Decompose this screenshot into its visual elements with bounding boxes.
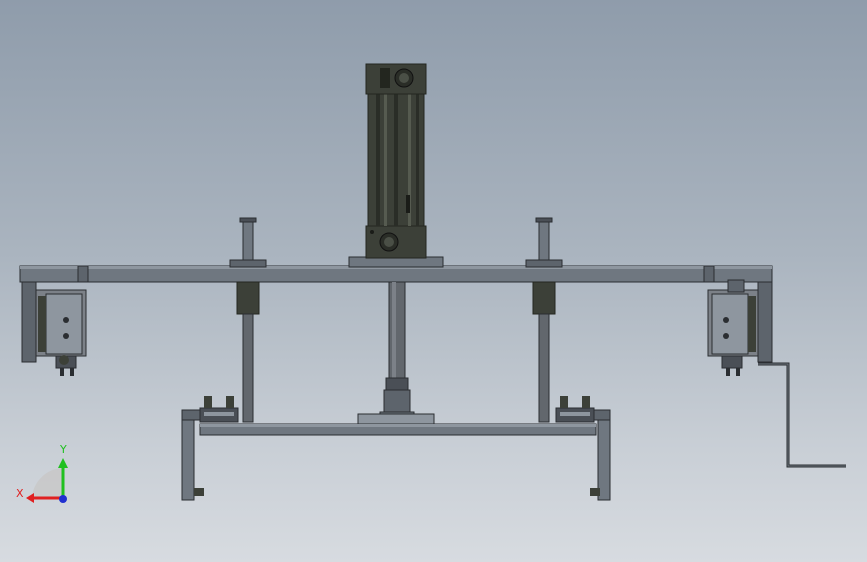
cad-viewport[interactable]: Y X (0, 0, 867, 562)
piston-rod (357, 281, 435, 425)
orientation-triad (26, 458, 68, 503)
right-bracket (707, 279, 773, 376)
y-axis-arrow-icon (58, 458, 68, 468)
x-axis-label: X (16, 487, 24, 500)
guide-rod-left (229, 217, 267, 423)
left-bracket (21, 281, 87, 376)
y-axis-label: Y (60, 443, 67, 456)
z-axis-dot-icon (59, 495, 67, 503)
main-cylinder (348, 63, 444, 268)
guide-rod-right (525, 217, 563, 423)
assembly-model (19, 63, 846, 503)
crank-handle (758, 362, 846, 468)
x-axis-arrow-icon (26, 493, 34, 503)
top-beam (19, 265, 773, 283)
triad-plane (32, 468, 62, 498)
